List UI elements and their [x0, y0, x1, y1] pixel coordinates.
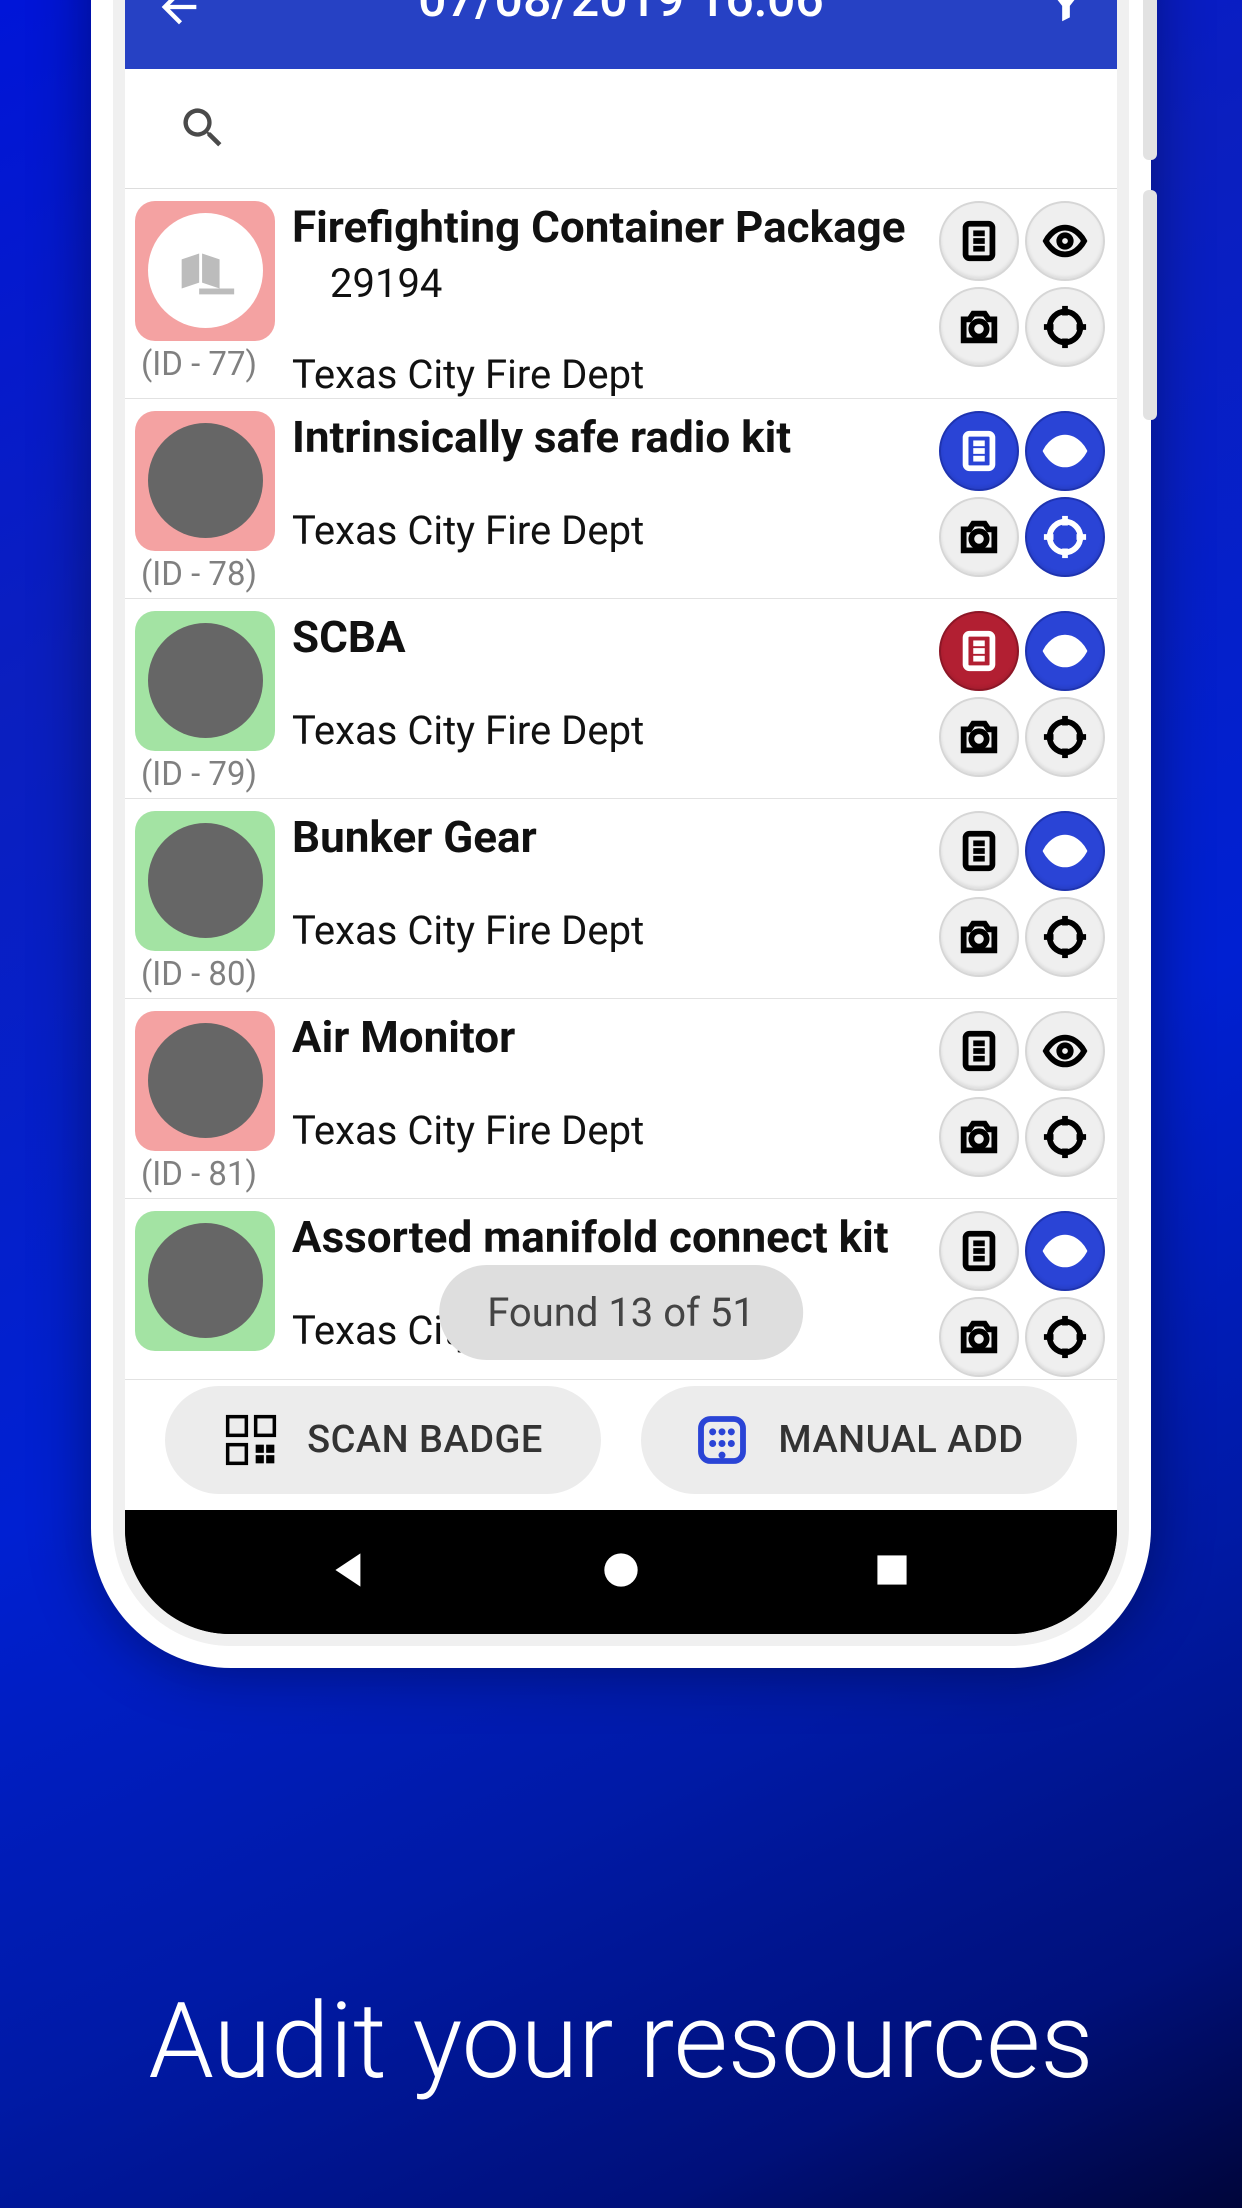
item-id: (ID - 81) — [135, 1151, 280, 1198]
item-thumbnail — [135, 1211, 275, 1351]
item-department: Texas City Fire Dept — [292, 707, 927, 754]
item-thumbnail — [135, 411, 275, 551]
nav-back-button[interactable] — [325, 1545, 375, 1599]
list-item[interactable]: (ID - 80) Bunker Gear Texas City Fire Dept — [125, 799, 1117, 999]
locate-button[interactable] — [1025, 287, 1105, 367]
list-item[interactable]: (ID - 77) Firefighting Container Package 2… — [125, 189, 1117, 399]
list-item[interactable]: (ID - 79) SCBA Texas City Fire Dept — [125, 599, 1117, 799]
notes-button[interactable] — [939, 611, 1019, 691]
item-thumbnail — [135, 811, 275, 951]
app-screen: 07/08/2019 16:06 (ID - 77) Firefighting C… — [125, 0, 1117, 1510]
manual-add-label: MANUAL ADD — [778, 1418, 1023, 1462]
item-id: (ID - 78) — [135, 551, 280, 598]
locate-button[interactable] — [1025, 697, 1105, 777]
item-title: Assorted manifold connect kit — [292, 1211, 927, 1264]
camera-button[interactable] — [939, 287, 1019, 367]
triangle-back-icon — [325, 1545, 375, 1595]
toast: Found 13 of 51 — [439, 1265, 803, 1360]
item-id: (ID - 77) — [135, 341, 280, 388]
locate-button[interactable] — [1025, 497, 1105, 577]
list-item[interactable]: (ID - 78) Intrinsically safe radio kit Tex… — [125, 399, 1117, 599]
scan-badge-label: SCAN BADGE — [307, 1418, 543, 1462]
item-title: Firefighting Container Package — [292, 201, 927, 254]
nav-home-button[interactable] — [596, 1545, 646, 1599]
camera-button[interactable] — [939, 1097, 1019, 1177]
marketing-tagline: Audit your resources — [0, 1980, 1242, 2103]
thumbnail-image — [148, 423, 263, 538]
search-icon — [177, 102, 229, 154]
item-subtitle: 29194 — [292, 260, 927, 307]
item-title: SCBA — [292, 611, 927, 664]
bottom-action-bar: SCAN BADGE MANUAL ADD — [125, 1380, 1117, 1510]
item-department: Texas City Fire Dept — [292, 351, 927, 398]
nav-recent-button[interactable] — [867, 1545, 917, 1599]
filter-button[interactable] — [1043, 0, 1089, 31]
item-id — [135, 1351, 280, 1359]
keypad-icon — [694, 1412, 750, 1468]
page-title: 07/08/2019 16:06 — [418, 0, 824, 29]
android-nav-bar — [125, 1510, 1117, 1634]
view-button[interactable] — [1025, 201, 1105, 281]
phone-frame: 07/08/2019 16:06 (ID - 77) Firefighting C… — [91, 0, 1151, 1668]
item-department: Texas City Fire Dept — [292, 507, 927, 554]
camera-button[interactable] — [939, 897, 1019, 977]
camera-button[interactable] — [939, 1297, 1019, 1377]
qr-icon — [223, 1412, 279, 1468]
thumbnail-image — [148, 1223, 263, 1338]
thumbnail-image — [148, 823, 263, 938]
item-thumbnail — [135, 201, 275, 341]
search-bar[interactable] — [125, 69, 1117, 189]
thumbnail-image — [148, 213, 263, 328]
arrow-left-icon — [153, 0, 205, 33]
item-thumbnail — [135, 611, 275, 751]
side-button — [1143, 190, 1157, 420]
circle-home-icon — [596, 1545, 646, 1595]
item-id: (ID - 79) — [135, 751, 280, 798]
locate-button[interactable] — [1025, 1297, 1105, 1377]
item-id: (ID - 80) — [135, 951, 280, 998]
item-actions — [927, 611, 1107, 798]
item-actions — [927, 1211, 1107, 1379]
notes-button[interactable] — [939, 1011, 1019, 1091]
item-title: Intrinsically safe radio kit — [292, 411, 927, 464]
thumbnail-image — [148, 1023, 263, 1138]
view-button[interactable] — [1025, 1211, 1105, 1291]
camera-button[interactable] — [939, 497, 1019, 577]
view-button[interactable] — [1025, 811, 1105, 891]
side-button — [1143, 0, 1157, 160]
filter-icon — [1043, 0, 1089, 27]
locate-button[interactable] — [1025, 897, 1105, 977]
item-thumbnail — [135, 1011, 275, 1151]
notes-button[interactable] — [939, 1211, 1019, 1291]
item-title: Air Monitor — [292, 1011, 927, 1064]
manual-add-button[interactable]: MANUAL ADD — [641, 1386, 1077, 1494]
app-header: 07/08/2019 16:06 — [125, 0, 1117, 69]
view-button[interactable] — [1025, 1011, 1105, 1091]
item-department: Texas City Fire Dept — [292, 1107, 927, 1154]
item-department: Texas City Fire Dept — [292, 907, 927, 954]
notes-button[interactable] — [939, 811, 1019, 891]
square-recent-icon — [867, 1545, 917, 1595]
notes-button[interactable] — [939, 201, 1019, 281]
item-actions — [927, 1011, 1107, 1198]
item-actions — [927, 201, 1107, 398]
list-item[interactable]: (ID - 81) Air Monitor Texas City Fire Dept — [125, 999, 1117, 1199]
back-button[interactable] — [153, 0, 205, 37]
resource-list[interactable]: (ID - 77) Firefighting Container Package 2… — [125, 189, 1117, 1380]
scan-badge-button[interactable]: SCAN BADGE — [165, 1386, 601, 1494]
notes-button[interactable] — [939, 411, 1019, 491]
thumbnail-image — [148, 623, 263, 738]
item-actions — [927, 811, 1107, 998]
camera-button[interactable] — [939, 697, 1019, 777]
view-button[interactable] — [1025, 611, 1105, 691]
view-button[interactable] — [1025, 411, 1105, 491]
item-title: Bunker Gear — [292, 811, 927, 864]
item-actions — [927, 411, 1107, 598]
locate-button[interactable] — [1025, 1097, 1105, 1177]
